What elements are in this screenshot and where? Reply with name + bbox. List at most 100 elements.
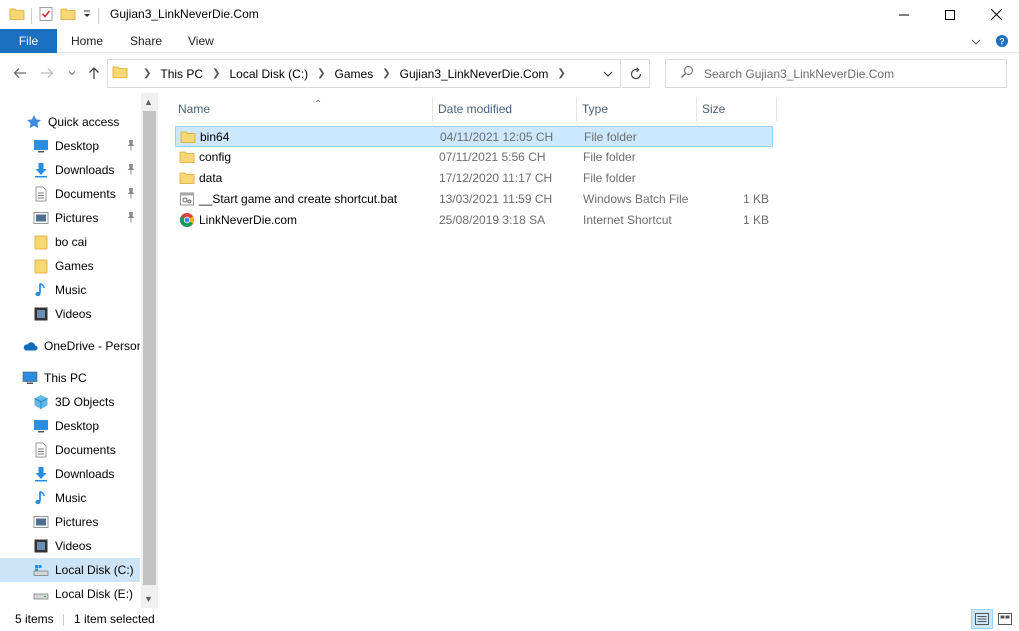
large-icons-view-button[interactable] — [994, 609, 1016, 629]
nav-item-pc-pictures[interactable]: Pictures — [0, 510, 140, 534]
download-icon — [33, 466, 49, 482]
nav-label: Quick access — [48, 115, 120, 129]
refresh-button[interactable] — [622, 59, 650, 88]
nav-item-games[interactable]: Games — [0, 254, 140, 278]
music-icon — [33, 282, 49, 298]
recent-locations-dropdown[interactable] — [64, 65, 80, 81]
pin-icon[interactable] — [126, 187, 136, 202]
column-header-name[interactable]: ⌃ Name — [174, 97, 433, 121]
nav-label: Pictures — [55, 211, 99, 225]
tab-file[interactable]: File — [0, 29, 57, 53]
breadcrumb-games[interactable]: Games — [335, 67, 374, 81]
nav-label: OneDrive - Personal — [44, 339, 140, 353]
breadcrumb-current-folder[interactable]: Gujian3_LinkNeverDie.Com — [400, 67, 549, 81]
pin-icon[interactable] — [126, 211, 136, 226]
nav-item-bo-cai[interactable]: bo cai — [0, 230, 140, 254]
pin-icon[interactable] — [126, 163, 136, 178]
file-name: bin64 — [200, 130, 230, 144]
window-title: Gujian3_LinkNeverDie.Com — [110, 7, 259, 21]
chevron-right-icon[interactable]: ❯ — [557, 68, 565, 79]
chevron-right-icon[interactable]: ❯ — [212, 68, 220, 79]
nav-item-local-disk-c[interactable]: Local Disk (C:) — [0, 558, 140, 582]
nav-item-pictures[interactable]: Pictures — [0, 206, 140, 230]
file-row[interactable]: bin64 04/11/2021 12:05 CH File folder — [175, 126, 773, 147]
nav-label: bo cai — [55, 235, 88, 249]
nav-item-pc-downloads[interactable]: Downloads — [0, 462, 140, 486]
folder-icon — [179, 170, 195, 186]
close-button[interactable] — [973, 0, 1019, 29]
file-size: 1 KB — [742, 213, 769, 227]
breadcrumb: ❯ This PC ❯ Local Disk (C:) ❯ Games ❯ Gu… — [128, 60, 575, 87]
column-header-date-modified[interactable]: Date modified — [434, 97, 577, 121]
nav-item-documents[interactable]: Documents — [0, 182, 140, 206]
file-date: 07/11/2021 5:56 CH — [439, 150, 546, 164]
scroll-up-icon[interactable]: ▲ — [144, 97, 153, 107]
nav-item-pc-videos[interactable]: Videos — [0, 534, 140, 558]
breadcrumb-local-disk-c[interactable]: Local Disk (C:) — [229, 67, 308, 81]
pin-icon[interactable] — [126, 139, 136, 154]
properties-icon[interactable] — [38, 6, 54, 25]
nav-item-pc-desktop[interactable]: Desktop — [0, 414, 140, 438]
3d-objects-icon — [33, 394, 49, 410]
column-header-type[interactable]: Type — [578, 97, 697, 121]
nav-item-pc-documents[interactable]: Documents — [0, 438, 140, 462]
file-row[interactable]: config 07/11/2021 5:56 CH File folder — [175, 147, 773, 168]
drive-icon — [33, 562, 49, 578]
file-name: config — [199, 150, 232, 164]
help-icon[interactable]: ? — [995, 34, 1009, 51]
search-input[interactable]: Search Gujian3_LinkNeverDie.Com — [704, 67, 894, 81]
chevron-right-icon[interactable]: ❯ — [382, 68, 390, 79]
search-box[interactable]: Search Gujian3_LinkNeverDie.Com — [665, 59, 1007, 88]
chevron-right-icon[interactable]: ❯ — [317, 68, 325, 79]
back-button[interactable] — [12, 65, 28, 81]
file-type: File folder — [584, 130, 637, 144]
file-row[interactable]: LinkNeverDie.com 25/08/2019 3:18 SA Inte… — [175, 210, 773, 231]
nav-label: Documents — [55, 443, 116, 457]
navigation-pane: Quick access Desktop Downloads Documents… — [0, 93, 158, 608]
file-row[interactable]: __Start game and create shortcut.bat 13/… — [175, 189, 773, 210]
nav-quick-access[interactable]: Quick access — [26, 110, 158, 134]
documents-icon — [33, 186, 49, 202]
navigation-bar: ❯ This PC ❯ Local Disk (C:) ❯ Games ❯ Gu… — [0, 53, 1019, 93]
nav-onedrive[interactable]: OneDrive - Personal — [0, 334, 140, 358]
folder-icon[interactable] — [9, 6, 25, 25]
file-name: __Start game and create shortcut.bat — [199, 192, 398, 206]
up-button[interactable] — [86, 65, 102, 81]
tab-share[interactable]: Share — [116, 29, 176, 53]
address-history-dropdown-icon[interactable] — [602, 68, 614, 83]
details-view-button[interactable] — [971, 609, 993, 629]
window-controls — [881, 0, 1019, 29]
breadcrumb-this-pc[interactable]: This PC — [160, 67, 203, 81]
desktop-icon — [33, 418, 49, 434]
nav-item-desktop[interactable]: Desktop — [0, 134, 140, 158]
column-header-size[interactable]: Size — [698, 97, 777, 121]
tab-home[interactable]: Home — [57, 29, 117, 53]
minimize-button[interactable] — [881, 0, 927, 29]
item-count: 5 items — [15, 612, 54, 626]
nav-this-pc[interactable]: This PC — [0, 366, 140, 390]
scroll-down-icon[interactable]: ▼ — [144, 594, 153, 604]
nav-item-3d-objects[interactable]: 3D Objects — [0, 390, 140, 414]
pictures-icon — [33, 210, 49, 226]
nav-item-music[interactable]: Music — [0, 278, 140, 302]
expand-ribbon-icon[interactable] — [971, 36, 981, 50]
maximize-button[interactable] — [927, 0, 973, 29]
customize-toolbar-dropdown-icon[interactable] — [82, 6, 92, 25]
videos-icon — [33, 538, 49, 554]
address-bar[interactable]: ❯ This PC ❯ Local Disk (C:) ❯ Games ❯ Gu… — [107, 59, 621, 88]
forward-button[interactable] — [39, 65, 55, 81]
nav-item-videos[interactable]: Videos — [0, 302, 140, 326]
chevron-right-icon[interactable]: ❯ — [143, 68, 151, 79]
new-folder-icon[interactable] — [60, 6, 76, 25]
file-row[interactable]: data 17/12/2020 11:17 CH File folder — [175, 168, 773, 189]
nav-item-pc-music[interactable]: Music — [0, 486, 140, 510]
nav-item-downloads[interactable]: Downloads — [0, 158, 140, 182]
download-icon — [33, 162, 49, 178]
nav-scrollbar[interactable]: ▲ ▼ — [141, 93, 158, 608]
column-label: Date modified — [438, 102, 513, 116]
nav-item-local-disk-e[interactable]: Local Disk (E:) — [0, 582, 140, 606]
file-type: File folder — [583, 171, 636, 185]
tab-view[interactable]: View — [174, 29, 228, 53]
scrollbar-thumb[interactable] — [143, 111, 156, 585]
status-bar: 5 items 1 item selected — [0, 608, 1019, 631]
